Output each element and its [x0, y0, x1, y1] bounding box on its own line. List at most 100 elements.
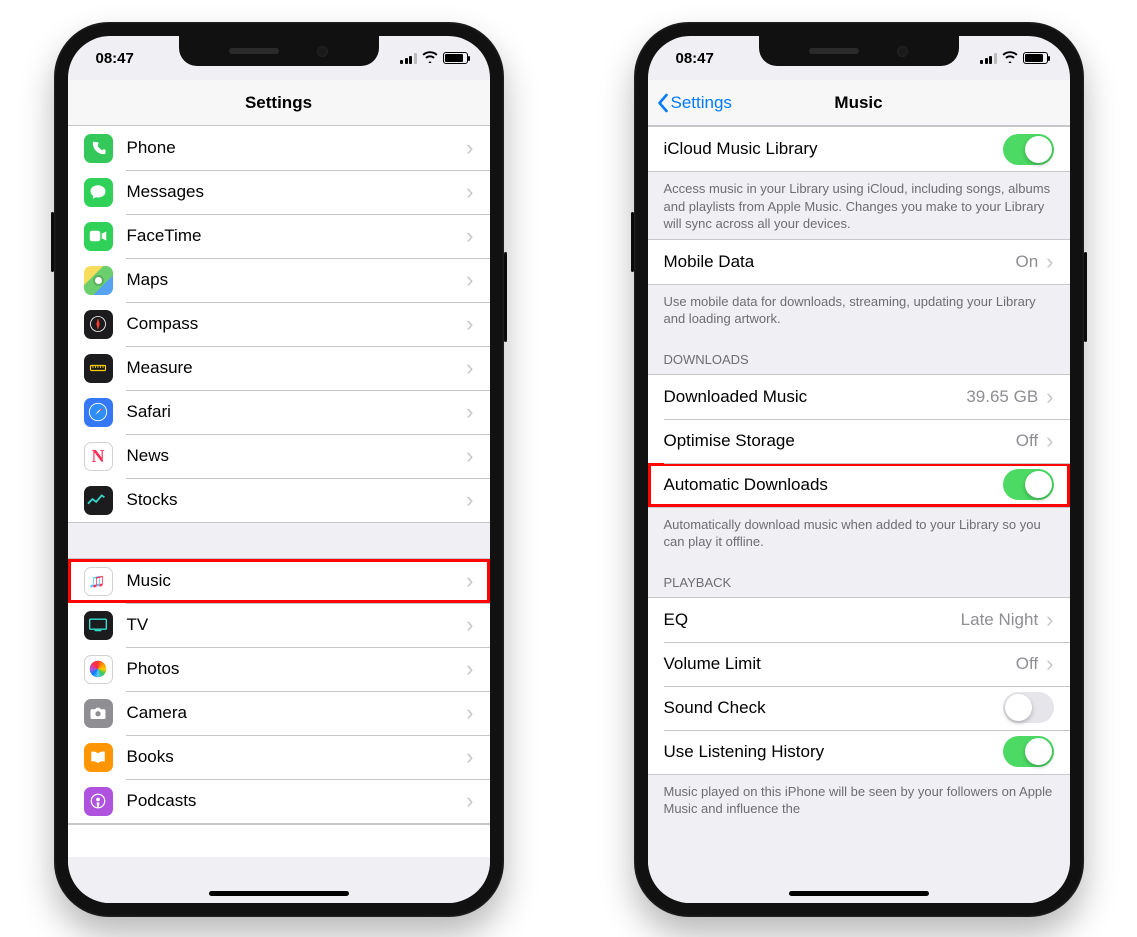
chevron-right-icon: ›	[466, 313, 473, 335]
header-playback: PLAYBACK	[648, 557, 1070, 597]
signal-icon	[400, 53, 417, 64]
settings-group-media: ♫Music›TV›Photos›Camera›Books›Podcasts›	[68, 558, 490, 824]
messages-icon	[84, 178, 113, 207]
compass-icon	[84, 310, 113, 339]
toggle-listening-history[interactable]	[1003, 736, 1054, 767]
label: Stocks	[127, 490, 465, 510]
label: Messages	[127, 182, 465, 202]
podcasts-icon	[84, 787, 113, 816]
row-phone[interactable]: Phone›	[68, 126, 490, 170]
battery-icon	[443, 52, 468, 64]
home-indicator[interactable]	[789, 891, 929, 896]
row-eq[interactable]: EQ Late Night ›	[648, 598, 1070, 642]
row-music[interactable]: ♫Music›	[68, 559, 490, 603]
row-icloud-library[interactable]: iCloud Music Library	[648, 127, 1070, 171]
row-messages[interactable]: Messages›	[68, 170, 490, 214]
row-listening-history[interactable]: Use Listening History	[648, 730, 1070, 774]
page-title: Music	[834, 93, 882, 113]
row-tv[interactable]: TV›	[68, 603, 490, 647]
chevron-right-icon: ›	[1046, 430, 1053, 452]
page-title: Settings	[245, 93, 312, 113]
row-compass[interactable]: Compass›	[68, 302, 490, 346]
chevron-right-icon: ›	[1046, 653, 1053, 675]
toggle-automatic-downloads[interactable]	[1003, 469, 1054, 500]
camera-icon	[84, 699, 113, 728]
chevron-right-icon: ›	[466, 225, 473, 247]
row-downloaded-music[interactable]: Downloaded Music 39.65 GB ›	[648, 375, 1070, 419]
settings-group-apps: Phone›Messages›FaceTime›Maps›Compass›Mea…	[68, 126, 490, 523]
chevron-right-icon: ›	[466, 401, 473, 423]
label: EQ	[664, 610, 961, 630]
news-icon: N	[84, 442, 113, 471]
back-button[interactable]: Settings	[656, 93, 732, 113]
chevron-right-icon: ›	[1046, 386, 1053, 408]
header-downloads: DOWNLOADS	[648, 334, 1070, 374]
chevron-right-icon: ›	[466, 614, 473, 636]
group-downloads: Downloaded Music 39.65 GB › Optimise Sto…	[648, 374, 1070, 508]
label: Safari	[127, 402, 465, 422]
label: Podcasts	[127, 791, 465, 811]
label: Mobile Data	[664, 252, 1016, 272]
row-measure[interactable]: Measure›	[68, 346, 490, 390]
label: Use Listening History	[664, 742, 1003, 762]
phone-left: 08:47 Settings Phone›Messages›FaceTime›M…	[54, 22, 504, 917]
row-sound-check[interactable]: Sound Check	[648, 686, 1070, 730]
stocks-icon	[84, 486, 113, 515]
chevron-right-icon: ›	[1046, 251, 1053, 273]
label: Camera	[127, 703, 465, 723]
signal-icon	[980, 53, 997, 64]
row-books[interactable]: Books›	[68, 735, 490, 779]
label: Measure	[127, 358, 465, 378]
row-maps[interactable]: Maps›	[68, 258, 490, 302]
chevron-right-icon: ›	[1046, 609, 1053, 631]
row-facetime[interactable]: FaceTime›	[68, 214, 490, 258]
value: On	[1015, 252, 1038, 272]
status-time: 08:47	[676, 50, 714, 67]
label: Phone	[127, 138, 465, 158]
label: Volume Limit	[664, 654, 1016, 674]
row-volume-limit[interactable]: Volume Limit Off ›	[648, 642, 1070, 686]
safari-icon	[84, 398, 113, 427]
chevron-right-icon: ›	[466, 658, 473, 680]
row-podcasts[interactable]: Podcasts›	[68, 779, 490, 823]
row-photos[interactable]: Photos›	[68, 647, 490, 691]
notch	[759, 36, 959, 66]
row-automatic-downloads[interactable]: Automatic Downloads	[648, 463, 1070, 507]
row-camera[interactable]: Camera›	[68, 691, 490, 735]
row-news[interactable]: N News›	[68, 434, 490, 478]
value: Off	[1016, 654, 1038, 674]
screen-left: 08:47 Settings Phone›Messages›FaceTime›M…	[68, 36, 490, 903]
value: 39.65 GB	[966, 387, 1038, 407]
nav-bar: Settings Music	[648, 80, 1070, 126]
label: Sound Check	[664, 698, 1003, 718]
label: FaceTime	[127, 226, 465, 246]
chevron-right-icon: ›	[466, 181, 473, 203]
row-stocks[interactable]: Stocks›	[68, 478, 490, 522]
label: Compass	[127, 314, 465, 334]
label: TV	[127, 615, 465, 635]
label: News	[127, 446, 465, 466]
chevron-right-icon: ›	[466, 489, 473, 511]
footer-mobile: Use mobile data for downloads, streaming…	[648, 285, 1070, 334]
label: Photos	[127, 659, 465, 679]
phone-icon	[84, 134, 113, 163]
chevron-right-icon: ›	[466, 570, 473, 592]
toggle-icloud-library[interactable]	[1003, 134, 1054, 165]
chevron-right-icon: ›	[466, 702, 473, 724]
row-optimise-storage[interactable]: Optimise Storage Off ›	[648, 419, 1070, 463]
books-icon	[84, 743, 113, 772]
value: Late Night	[961, 610, 1039, 630]
tv-icon	[84, 611, 113, 640]
music-settings[interactable]: iCloud Music Library Access music in you…	[648, 126, 1070, 903]
chevron-right-icon: ›	[466, 790, 473, 812]
settings-list[interactable]: Phone›Messages›FaceTime›Maps›Compass›Mea…	[68, 126, 490, 903]
home-indicator[interactable]	[209, 891, 349, 896]
footer-icloud: Access music in your Library using iClou…	[648, 172, 1070, 239]
facetime-icon	[84, 222, 113, 251]
row-mobile-data[interactable]: Mobile Data On ›	[648, 240, 1070, 284]
measure-icon	[84, 354, 113, 383]
chevron-right-icon: ›	[466, 357, 473, 379]
row-safari[interactable]: Safari›	[68, 390, 490, 434]
toggle-sound-check[interactable]	[1003, 692, 1054, 723]
chevron-right-icon: ›	[466, 445, 473, 467]
